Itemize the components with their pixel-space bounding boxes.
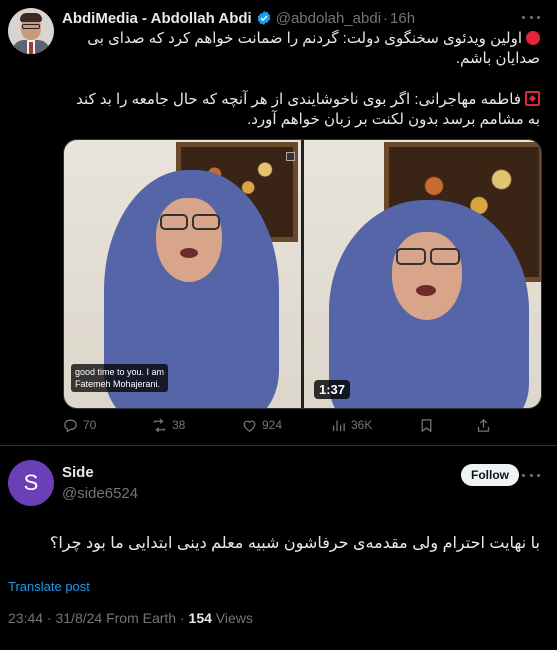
tweet-header: AbdiMedia - Abdollah Abdi @abdolah_abdi …	[62, 8, 415, 28]
tweet-time[interactable]: 16h	[390, 10, 415, 27]
video-duration: 1:37	[314, 380, 351, 399]
author-handle[interactable]: @abdolah_abdi	[276, 10, 381, 27]
tweet-text-paragraph-1: اولین ویدئوی سخنگوی دولت: گردنم را ضمانت…	[62, 29, 540, 69]
reply-author-handle[interactable]: @side6524	[62, 485, 138, 502]
tweet-text-line-1: اولین ویدئوی سخنگوی دولت: گردنم را ضمانت…	[87, 30, 540, 67]
repost-count: 38	[172, 418, 186, 432]
tweet-text-line-2: فاطمه مهاجرانی: اگر بوی ناخوشایندی از هر…	[76, 91, 540, 128]
reply-button[interactable]: 70	[62, 414, 96, 436]
post-metadata: 23:44 · 31/8/24 From Earth · 154 Views	[8, 610, 253, 626]
views-count: 36K	[351, 418, 373, 432]
video-frame-right[interactable]: 1:37	[304, 140, 541, 408]
share-icon	[477, 418, 490, 432]
picture-in-picture-icon	[286, 152, 295, 161]
share-button[interactable]	[475, 414, 492, 436]
caption-line-2: Fatemeh Mohajerani.	[75, 379, 161, 389]
author-avatar[interactable]	[8, 8, 54, 54]
bar-chart-icon	[332, 420, 345, 431]
heart-icon	[243, 420, 256, 432]
reply-avatar[interactable]: S	[8, 460, 54, 506]
verified-badge-icon	[257, 11, 271, 25]
red-circle-icon	[526, 31, 540, 45]
more-options-icon[interactable]	[519, 8, 543, 26]
more-options-icon[interactable]	[519, 466, 543, 484]
quoted-tweet[interactable]: AbdiMedia - Abdollah Abdi @abdolah_abdi …	[0, 0, 557, 445]
like-count: 924	[262, 418, 283, 432]
video-frame-left[interactable]: good time to you. I am Fatemeh Mohajeran…	[64, 140, 301, 408]
tweet-text-paragraph-2: فاطمه مهاجرانی: اگر بوی ناخوشایندی از هر…	[62, 90, 540, 130]
post-timestamp[interactable]: 23:44 · 31/8/24 From Earth ·	[8, 610, 185, 626]
tweet-actions: 70 38 924 36K	[62, 414, 502, 436]
follow-button[interactable]: Follow	[461, 464, 519, 486]
views-button[interactable]: 36K	[330, 414, 372, 436]
reply-author-name[interactable]: Side	[62, 464, 94, 481]
separator-dot: ·	[383, 9, 389, 27]
like-button[interactable]: 924	[241, 414, 282, 436]
author-name[interactable]: AbdiMedia - Abdollah Abdi	[62, 10, 252, 27]
divider	[0, 445, 557, 446]
video-caption: good time to you. I am Fatemeh Mohajeran…	[71, 364, 169, 392]
bookmark-icon	[421, 418, 432, 432]
anger-symbol-icon	[525, 91, 540, 106]
media-grid[interactable]: good time to you. I am Fatemeh Mohajeran…	[63, 139, 542, 409]
caption-line-1: good time to you. I am	[75, 367, 165, 377]
repost-icon	[153, 418, 166, 432]
views-label: Views	[215, 610, 253, 626]
views-number: 154	[188, 610, 212, 626]
translate-post-link[interactable]: Translate post	[8, 579, 90, 594]
repost-button[interactable]: 38	[151, 414, 185, 436]
reply-count: 70	[83, 418, 97, 432]
bookmark-button[interactable]	[418, 414, 435, 436]
reply-icon	[64, 419, 77, 433]
reply-text: با نهایت احترام ولی مقدمه‌ی حرفاشون شبیه…	[49, 535, 540, 552]
